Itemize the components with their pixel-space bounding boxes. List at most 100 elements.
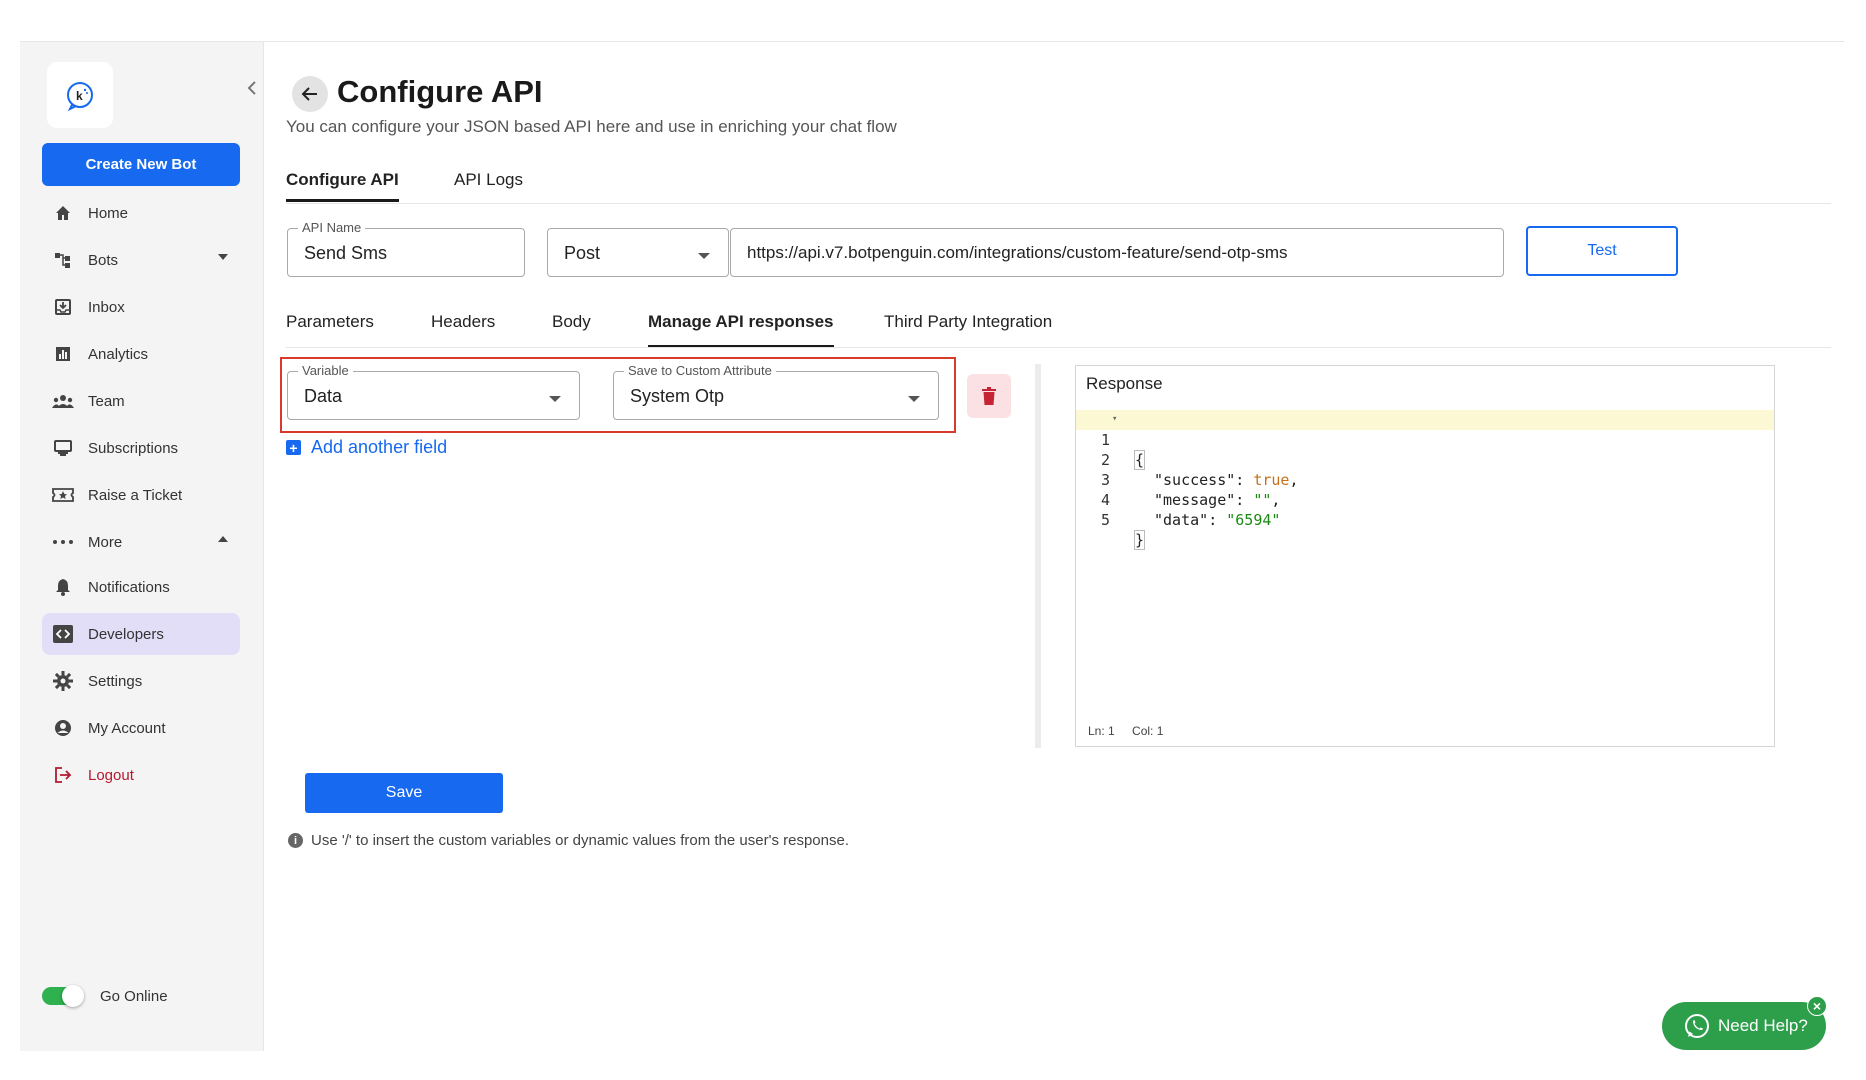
- code-icon: [52, 623, 74, 645]
- sidebar-item-label: Inbox: [88, 298, 125, 316]
- hint-text-row: i Use '/' to insert the custom variables…: [288, 832, 849, 849]
- sidebar-item-label: Settings: [88, 672, 143, 690]
- api-name-value: Send Sms: [304, 243, 388, 263]
- sidebar-item-notifications[interactable]: Notifications: [42, 566, 240, 608]
- tab-third-party-integration[interactable]: Third Party Integration: [884, 312, 1052, 348]
- custom-attribute-label: Save to Custom Attribute: [624, 363, 776, 378]
- sidebar-item-label: Subscriptions: [88, 439, 179, 457]
- back-button[interactable]: [292, 76, 328, 112]
- sidebar-item-analytics[interactable]: Analytics: [42, 333, 240, 375]
- page-title: Configure API: [337, 74, 543, 109]
- column-indicator: Col: 1: [1132, 724, 1164, 738]
- delete-mapping-button[interactable]: [967, 374, 1011, 418]
- line-indicator: Ln: 1: [1088, 724, 1115, 738]
- sidebar-item-label: Bots: [88, 251, 119, 269]
- ticket-icon: [52, 484, 74, 506]
- sidebar-item-label: Analytics: [88, 345, 149, 363]
- sidebar-item-home[interactable]: Home: [42, 192, 240, 234]
- custom-attribute-select[interactable]: Save to Custom Attribute System Otp: [613, 363, 939, 420]
- go-online-toggle-row: Go Online: [42, 985, 168, 1007]
- logout-icon: [52, 764, 74, 786]
- tab-configure-api[interactable]: Configure API: [286, 170, 399, 202]
- svg-text:k: k: [76, 89, 83, 103]
- sidebar-item-label: Raise a Ticket: [88, 486, 183, 504]
- caret-up-icon: [218, 536, 228, 542]
- go-online-toggle[interactable]: [42, 985, 84, 1007]
- code-line: 3 "message": "",: [1100, 471, 1281, 509]
- need-help-label: Need Help?: [1718, 1016, 1808, 1035]
- arrow-left-icon: [301, 87, 317, 101]
- need-help-button[interactable]: Need Help?: [1662, 1002, 1826, 1050]
- sidebar-item-team[interactable]: Team: [42, 380, 240, 422]
- trash-icon: [982, 387, 996, 405]
- account-icon: [52, 717, 74, 739]
- sidebar-item-logout[interactable]: Logout: [42, 754, 240, 796]
- hint-text: Use '/' to insert the custom variables o…: [311, 832, 849, 849]
- subtabs-divider: [286, 347, 1831, 348]
- method-select[interactable]: Post: [547, 228, 729, 277]
- response-title: Response: [1086, 374, 1163, 393]
- response-panel[interactable]: Response 1 ▾ { 2 "success": true, 3 "mess…: [1075, 365, 1775, 747]
- chevron-left-icon: [247, 81, 256, 95]
- sidebar-item-inbox[interactable]: Inbox: [42, 286, 240, 328]
- sidebar-item-bots[interactable]: Bots: [42, 239, 240, 281]
- whatsapp-icon: [1685, 1014, 1709, 1038]
- fold-arrow-icon[interactable]: ▾: [1112, 409, 1117, 429]
- method-value: Post: [564, 243, 601, 263]
- sidebar-item-label: Notifications: [88, 578, 170, 596]
- sidebar-item-developers[interactable]: Developers: [42, 613, 240, 655]
- team-icon: [52, 390, 74, 412]
- variable-label: Variable: [298, 363, 353, 378]
- test-button[interactable]: Test: [1526, 226, 1678, 276]
- tab-body[interactable]: Body: [552, 312, 591, 348]
- gear-icon: [52, 670, 74, 692]
- variable-select[interactable]: Variable Data: [287, 363, 580, 420]
- panel-divider: [1035, 364, 1041, 748]
- dropdown-arrow-icon: [549, 396, 561, 402]
- bell-icon: [52, 576, 74, 598]
- plus-icon: +: [286, 440, 301, 455]
- inbox-icon: [52, 296, 74, 318]
- create-new-bot-button[interactable]: Create New Bot: [42, 143, 240, 186]
- tabs-divider: [286, 203, 1831, 204]
- sidebar-item-label: Logout: [88, 766, 134, 784]
- logo-icon: k: [67, 82, 93, 112]
- tab-manage-api-responses[interactable]: Manage API responses: [648, 312, 834, 348]
- api-name-label: API Name: [298, 220, 366, 235]
- tab-parameters[interactable]: Parameters: [286, 312, 374, 348]
- code-line: 2 "success": true,: [1100, 451, 1299, 489]
- custom-attribute-value: System Otp: [630, 386, 725, 406]
- go-online-label: Go Online: [100, 987, 168, 1005]
- sidebar-item-more[interactable]: More: [42, 521, 240, 563]
- add-another-field-label: Add another field: [311, 437, 448, 457]
- close-icon[interactable]: ×: [1807, 996, 1827, 1016]
- code-line: 1 ▾ {: [1076, 409, 1774, 470]
- response-code-editor[interactable]: 1 ▾ { 2 "success": true, 3 "message": "",…: [1076, 409, 1774, 550]
- sidebar-item-subscriptions[interactable]: Subscriptions: [42, 427, 240, 469]
- home-icon: [52, 202, 74, 224]
- save-button[interactable]: Save: [305, 773, 503, 813]
- subscriptions-icon: [52, 437, 74, 459]
- code-line: 5 }: [1100, 511, 1146, 550]
- api-name-field[interactable]: API Name Send Sms: [287, 220, 525, 277]
- sidebar-item-label: My Account: [88, 719, 166, 737]
- url-value: https://api.v7.botpenguin.com/integratio…: [747, 243, 1288, 262]
- page-subtitle: You can configure your JSON based API he…: [286, 117, 897, 136]
- add-another-field-link[interactable]: + Add another field: [286, 437, 447, 458]
- editor-status-bar: Ln: 1 Col: 1: [1088, 724, 1177, 738]
- sidebar-item-label: Developers: [88, 625, 164, 643]
- sidebar-item-label: Team: [88, 392, 125, 410]
- collapse-sidebar-button[interactable]: [242, 78, 262, 98]
- sidebar-item-label: Home: [88, 204, 129, 222]
- url-input[interactable]: https://api.v7.botpenguin.com/integratio…: [730, 228, 1504, 277]
- code-line: 4 "data": "6594": [1100, 491, 1281, 529]
- tab-api-logs[interactable]: API Logs: [454, 170, 523, 202]
- sidebar-item-label: More: [88, 533, 123, 551]
- sidebar-item-raise-ticket[interactable]: Raise a Ticket: [42, 474, 240, 516]
- sidebar-item-settings[interactable]: Settings: [42, 660, 240, 702]
- sidebar-item-my-account[interactable]: My Account: [42, 707, 240, 749]
- sidebar: k Create New Bot Home Bots Inbox Analyti…: [20, 42, 264, 1051]
- tab-headers[interactable]: Headers: [431, 312, 495, 348]
- app-logo[interactable]: k: [47, 62, 113, 128]
- caret-down-icon: [218, 254, 228, 260]
